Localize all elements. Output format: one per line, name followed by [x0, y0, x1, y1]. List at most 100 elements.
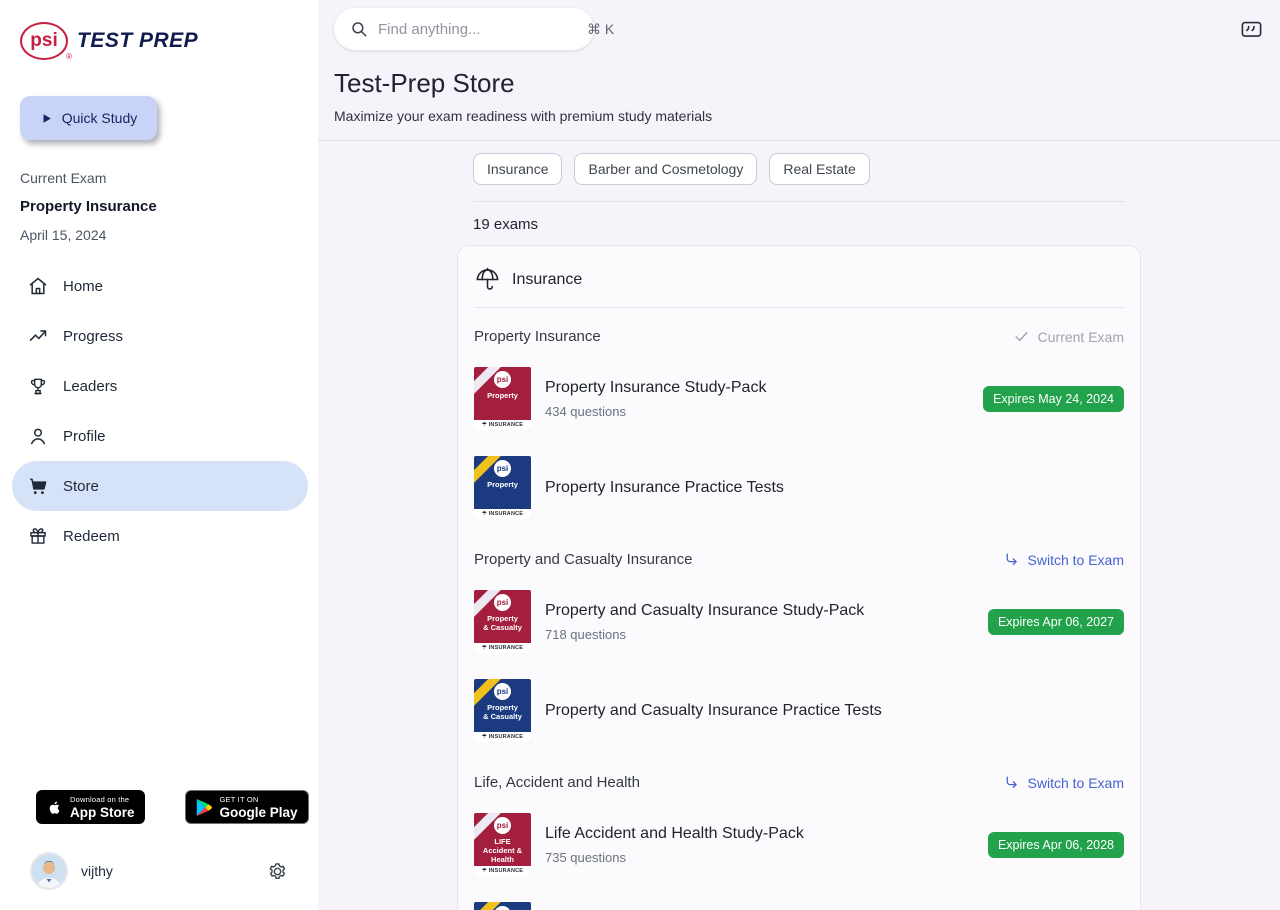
umbrella-icon [474, 266, 501, 293]
product-cover: psi Property& Casualty ☂ INSURANCE [474, 679, 531, 742]
sidebar-item-store[interactable]: Store [12, 461, 308, 511]
search-bar[interactable]: ⌘ K [334, 8, 594, 50]
cover-psi-logo: psi [494, 460, 511, 477]
switch-to-exam-link[interactable]: Switch to Exam [1003, 774, 1124, 791]
expiry-badge: Expires Apr 06, 2027 [988, 609, 1124, 635]
quick-study-button[interactable]: Quick Study [20, 96, 157, 140]
filter-chip-insurance[interactable]: Insurance [473, 153, 562, 185]
cover-psi-logo: psi [494, 683, 511, 700]
google-play-badge[interactable]: GET IT ON Google Play [185, 790, 309, 824]
exam-count: 19 exams [457, 202, 1141, 245]
home-icon [28, 276, 48, 296]
leaders-icon [28, 376, 48, 396]
sidebar: psi® TEST PREP Quick Study Current Exam … [0, 0, 318, 910]
cover-footer: ☂ INSURANCE [474, 732, 531, 742]
store-icon [28, 476, 48, 496]
product-cover: psi LIFEAccident & Health ☂ INSURANCE [474, 813, 531, 876]
section-header-life-accident-and-health: Life, Accident and Health Switch to Exam [474, 774, 1124, 791]
product-cover: psiProperty& Casualty☂ INSURANCE [474, 590, 531, 653]
cover-title: Property [474, 391, 531, 400]
product-questions: 718 questions [545, 627, 974, 642]
product-row[interactable]: psiProperty& Casualty☂ INSURANCEProperty… [474, 590, 1124, 653]
section-name: Property and Casualty Insurance [474, 551, 692, 568]
product-row[interactable]: psi Property& Casualty ☂ INSURANCEProperty… [474, 679, 1124, 742]
gear-icon[interactable] [267, 861, 288, 882]
category-sections: Property Insurance Current Exam psi Propert… [474, 328, 1124, 910]
cover-title: LIFEAccident & Health [474, 837, 531, 864]
cover-title: Property& Casualty [474, 614, 531, 632]
profile-icon [28, 426, 48, 446]
sidebar-item-home[interactable]: Home [12, 261, 308, 311]
sidebar-item-label: Progress [63, 328, 123, 345]
psi-logo: psi® [20, 22, 68, 60]
switch-arrow-icon [1003, 774, 1020, 791]
filter-chip-barber-and-cosmetology[interactable]: Barber and Cosmetology [574, 153, 757, 185]
expiry-badge: Expires May 24, 2024 [983, 386, 1124, 412]
sidebar-bottom: Download on the App Store GET IT ON Goog… [0, 790, 318, 910]
sidebar-item-leaders[interactable]: Leaders [12, 361, 308, 411]
product-cover: psiProperty☂ INSURANCE [474, 456, 531, 519]
section-name: Life, Accident and Health [474, 774, 640, 791]
sidebar-item-progress[interactable]: Progress [12, 311, 308, 361]
current-exam-indicator: Current Exam [1013, 328, 1124, 345]
sidebar-item-label: Home [63, 278, 103, 295]
app-store-badge[interactable]: Download on the App Store [36, 790, 145, 824]
apple-icon [46, 798, 63, 817]
sidebar-item-redeem[interactable]: Redeem [12, 511, 308, 561]
registered-mark: ® [66, 52, 72, 61]
product-title: Property Insurance Practice Tests [545, 479, 1124, 497]
cover-footer: ☂ INSURANCE [474, 866, 531, 876]
cover-footer: ☂ INSURANCE [474, 420, 531, 430]
store-content: Insurance Barber and Cosmetology Real Esta… [457, 153, 1141, 910]
filter-chip-real-estate[interactable]: Real Estate [769, 153, 869, 185]
divider [318, 140, 1280, 141]
user-row: vijthy [0, 840, 318, 910]
switch-to-exam-label: Switch to Exam [1028, 552, 1124, 568]
product-row[interactable]: psi Property ☂ INSURANCE Property Insurance… [474, 367, 1124, 430]
switch-to-exam-label: Switch to Exam [1028, 775, 1124, 791]
google-play-icon [196, 798, 213, 817]
page-head: Test-Prep Store Maximize your exam readi… [318, 68, 1280, 124]
google-play-badge-top: GET IT ON [220, 795, 298, 804]
product-info: Property Insurance Practice Tests [545, 479, 1124, 497]
cover-psi-logo: psi [494, 817, 511, 834]
current-exam-block: Current Exam Property Insurance April 15… [20, 170, 298, 243]
product-row[interactable]: psiLIFEAccident & Health☂ INSURANCELife … [474, 813, 1124, 876]
search-icon [350, 20, 368, 38]
sidebar-item-label: Profile [63, 428, 106, 445]
app-store-badge-bottom: App Store [70, 805, 135, 820]
avatar[interactable] [30, 852, 68, 890]
switch-to-exam-link[interactable]: Switch to Exam [1003, 551, 1124, 568]
cover-title: Property [474, 480, 531, 489]
search-input[interactable] [378, 21, 577, 38]
search-shortcut: ⌘ K [587, 21, 614, 38]
category-card-header: Insurance [474, 262, 1124, 307]
redeem-icon [28, 526, 48, 546]
brand-name: TEST PREP [77, 29, 198, 53]
category-card-insurance: Insurance Property Insurance Current Exam… [457, 245, 1141, 910]
sidebar-item-label: Store [63, 478, 99, 495]
progress-icon [28, 326, 48, 346]
section-header-property-insurance: Property Insurance Current Exam [474, 328, 1124, 345]
product-title: Property Insurance Study-Pack [545, 379, 969, 397]
filter-chips: Insurance Barber and Cosmetology Real Esta… [457, 153, 1141, 185]
psi-logo-text: psi [30, 30, 57, 52]
cover-psi-logo: psi [494, 594, 511, 611]
sidebar-item-profile[interactable]: Profile [12, 411, 308, 461]
switch-arrow-icon [1003, 551, 1020, 568]
product-cover: psi Property ☂ INSURANCE [474, 367, 531, 430]
product-title: Property and Casualty Insurance Study-Pa… [545, 602, 974, 620]
current-exam-date: April 15, 2024 [20, 227, 298, 243]
cover-psi-logo: psi [494, 906, 511, 910]
store-badges: Download on the App Store GET IT ON Goog… [36, 790, 318, 824]
cover-psi-logo: psi [494, 371, 511, 388]
current-exam-heading: Current Exam [20, 170, 298, 186]
category-title: Insurance [512, 271, 582, 289]
feedback-icon[interactable] [1240, 18, 1263, 41]
app-store-badge-top: Download on the [70, 795, 135, 804]
section-name: Property Insurance [474, 328, 601, 345]
cover-title: Property& Casualty [474, 703, 531, 721]
product-row[interactable]: psiProperty☂ INSURANCEProperty Insurance… [474, 456, 1124, 519]
google-play-badge-bottom: Google Play [220, 805, 298, 820]
sidebar-nav: Home Progress Leaders Profile Store Redeem [0, 261, 318, 561]
